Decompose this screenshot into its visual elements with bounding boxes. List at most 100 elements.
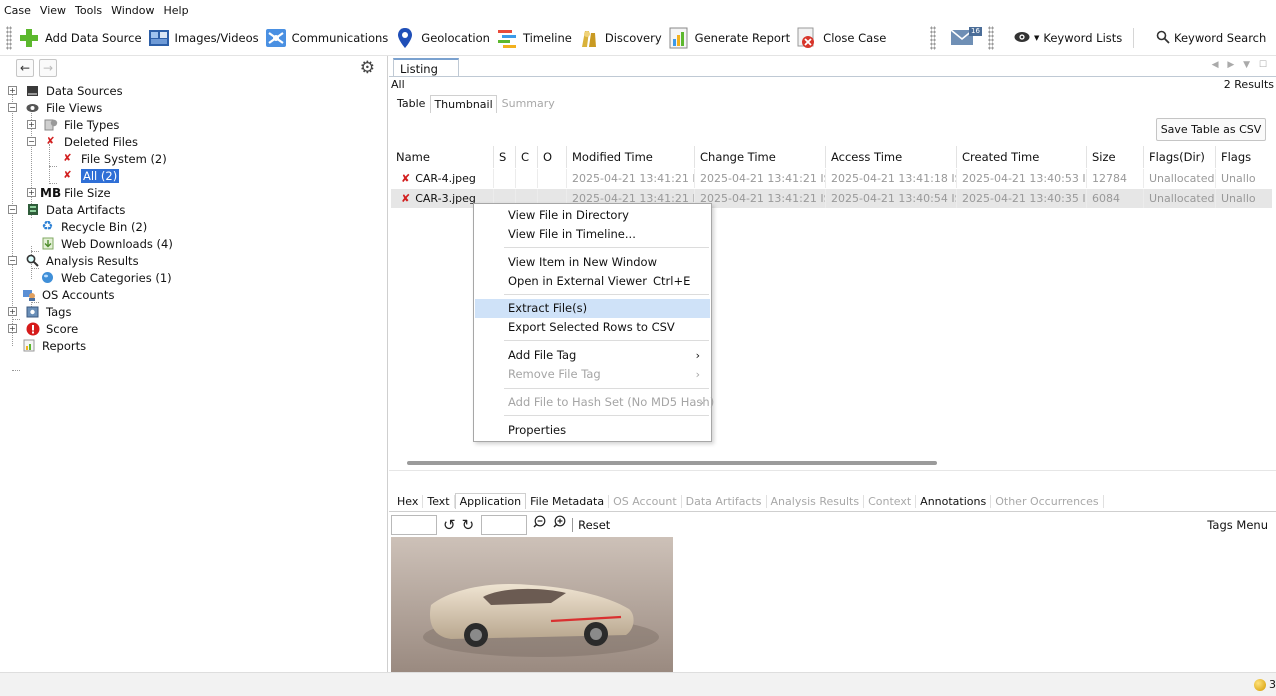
- tree-item-analysis-results[interactable]: Analysis Results: [25, 252, 139, 269]
- column-header-change-time[interactable]: Change Time: [695, 146, 826, 168]
- menu-help[interactable]: Help: [164, 4, 189, 17]
- tree-item-data-artifacts[interactable]: Data Artifacts: [25, 201, 125, 218]
- tab-scroll-arrows-icon[interactable]: ◀ ▶ ▼ ☐: [1212, 60, 1270, 70]
- tab-data-artifacts[interactable]: Data Artifacts: [682, 494, 767, 508]
- column-header-size[interactable]: Size: [1087, 146, 1144, 168]
- tab-summary[interactable]: Summary: [499, 95, 558, 113]
- discovery-button[interactable]: Discovery: [576, 23, 666, 53]
- tree-item-file-types[interactable]: File Types: [43, 116, 119, 133]
- file-types-icon: [43, 117, 58, 132]
- tree-item-label: OS Accounts: [42, 287, 115, 302]
- column-header-c[interactable]: C: [516, 146, 538, 168]
- save-table-csv-button[interactable]: Save Table as CSV: [1156, 118, 1266, 141]
- tree-item-file-views[interactable]: File Views: [25, 99, 102, 116]
- navigation-bar: ← → ⚙: [0, 56, 387, 80]
- column-header-access-time[interactable]: Access Time: [826, 146, 957, 168]
- menu-window[interactable]: Window: [111, 4, 154, 17]
- back-arrow-icon[interactable]: ←: [16, 59, 34, 77]
- menu-item-remove-file-tag[interactable]: Remove File Tag ›: [475, 365, 710, 384]
- tree-item-deleted-files[interactable]: ✘ Deleted Files: [43, 133, 138, 150]
- keyword-lists-button[interactable]: ▼ Keyword Lists: [1014, 20, 1122, 56]
- tree-item-all[interactable]: ✘ All (2): [60, 167, 120, 184]
- table-row[interactable]: ✘ CAR-4.jpeg 2025-04-21 13:41:21 IST 2025…: [391, 169, 1272, 188]
- menu-item-add-to-hash-set[interactable]: Add File to Hash Set (No MD5 Hash) ›: [475, 393, 714, 412]
- horizontal-scrollbar-thumb[interactable]: [407, 461, 937, 465]
- notifications-button[interactable]: 16: [950, 20, 982, 56]
- expand-toggle[interactable]: +: [27, 188, 36, 197]
- recycle-bin-icon: ♻: [41, 219, 54, 234]
- expand-toggle[interactable]: +: [8, 86, 17, 95]
- menu-item-add-file-tag[interactable]: Add File Tag ›: [475, 346, 710, 365]
- generate-report-button[interactable]: Generate Report: [666, 23, 795, 53]
- tree-item-os-accounts[interactable]: OS Accounts: [21, 286, 114, 303]
- menu-item-open-external-viewer[interactable]: Open in External Viewer Ctrl+E: [475, 272, 710, 291]
- tab-text[interactable]: Text: [423, 494, 455, 508]
- gear-icon[interactable]: ⚙: [360, 59, 375, 77]
- tree-item-score[interactable]: Score: [25, 320, 78, 337]
- communications-button[interactable]: Communications: [263, 23, 393, 53]
- tab-table[interactable]: Table: [394, 95, 428, 113]
- tree-item-web-categories[interactable]: Web Categories (1): [40, 269, 172, 286]
- column-header-created-time[interactable]: Created Time: [957, 146, 1087, 168]
- rotate-left-icon[interactable]: ↺: [443, 516, 456, 534]
- menu-case[interactable]: Case: [4, 4, 31, 17]
- add-data-source-button[interactable]: Add Data Source: [16, 23, 146, 53]
- menu-item-view-in-directory[interactable]: View File in Directory: [475, 206, 710, 225]
- tab-file-metadata[interactable]: File Metadata: [526, 494, 610, 508]
- menu-item-export-rows-csv[interactable]: Export Selected Rows to CSV: [475, 318, 710, 337]
- tree-item-recycle-bin[interactable]: ♻ Recycle Bin (2): [40, 218, 148, 235]
- collapse-toggle[interactable]: −: [8, 103, 17, 112]
- tree-item-web-downloads[interactable]: Web Downloads (4): [40, 235, 173, 252]
- tab-analysis-results[interactable]: Analysis Results: [767, 494, 865, 508]
- column-header-flags-dir[interactable]: Flags(Dir): [1144, 146, 1216, 168]
- collapse-toggle[interactable]: −: [8, 256, 17, 265]
- tab-hex[interactable]: Hex: [393, 494, 424, 508]
- menu-item-view-new-window[interactable]: View Item in New Window: [475, 253, 710, 272]
- collapse-toggle[interactable]: −: [8, 205, 17, 214]
- tab-annotations[interactable]: Annotations: [916, 494, 992, 508]
- tree-item-file-size[interactable]: MB File Size: [40, 184, 111, 201]
- expand-toggle[interactable]: +: [27, 120, 36, 129]
- menu-tools[interactable]: Tools: [75, 4, 102, 17]
- zoom-field[interactable]: [481, 515, 528, 535]
- tab-thumbnail[interactable]: Thumbnail: [430, 95, 497, 113]
- tree-item-reports[interactable]: Reports: [21, 337, 86, 354]
- deleted-file-icon: ✘: [63, 170, 72, 181]
- rotate-right-icon[interactable]: ↻: [462, 516, 475, 534]
- menu-item-label: Remove File Tag: [508, 367, 601, 381]
- tags-menu-button[interactable]: Tags Menu: [1207, 518, 1268, 532]
- close-case-button[interactable]: Close Case: [794, 23, 890, 53]
- tree-item-tags[interactable]: Tags: [25, 303, 71, 320]
- zoom-in-icon[interactable]: [553, 515, 567, 535]
- menu-view[interactable]: View: [40, 4, 66, 17]
- menu-item-properties[interactable]: Properties: [475, 421, 710, 440]
- timeline-button[interactable]: Timeline: [494, 23, 576, 53]
- column-header-modified-time[interactable]: Modified Time: [567, 146, 695, 168]
- menu-item-extract-files[interactable]: Extract File(s): [475, 299, 710, 318]
- tab-application[interactable]: Application: [454, 493, 527, 509]
- collapse-toggle[interactable]: −: [27, 137, 36, 146]
- status-indicator-icon[interactable]: [1254, 679, 1266, 691]
- menu-item-view-in-timeline[interactable]: View File in Timeline...: [475, 225, 710, 244]
- column-header-flags[interactable]: Flags: [1216, 146, 1276, 168]
- add-data-source-label: Add Data Source: [45, 30, 142, 45]
- file-name: CAR-4.jpeg: [415, 172, 476, 185]
- tree-item-data-sources[interactable]: Data Sources: [25, 82, 123, 99]
- column-header-s[interactable]: S: [494, 146, 516, 168]
- expand-toggle[interactable]: +: [8, 324, 17, 333]
- column-header-name[interactable]: Name: [391, 146, 494, 168]
- zoom-out-icon[interactable]: [533, 515, 547, 535]
- tab-os-account[interactable]: OS Account: [609, 494, 682, 508]
- expand-toggle[interactable]: +: [8, 307, 17, 316]
- forward-arrow-icon[interactable]: →: [39, 59, 57, 77]
- column-header-o[interactable]: O: [538, 146, 567, 168]
- tab-context[interactable]: Context: [864, 494, 917, 508]
- images-videos-button[interactable]: Images/Videos: [146, 23, 263, 53]
- tab-other-occurrences[interactable]: Other Occurrences: [991, 494, 1104, 508]
- tab-listing[interactable]: Listing: [393, 58, 459, 77]
- keyword-search-button[interactable]: Keyword Search: [1156, 20, 1266, 56]
- geolocation-button[interactable]: Geolocation: [392, 23, 494, 53]
- reset-button[interactable]: Reset: [578, 518, 610, 532]
- page-field[interactable]: [391, 515, 437, 535]
- tree-item-file-system[interactable]: ✘ File System (2): [60, 150, 166, 167]
